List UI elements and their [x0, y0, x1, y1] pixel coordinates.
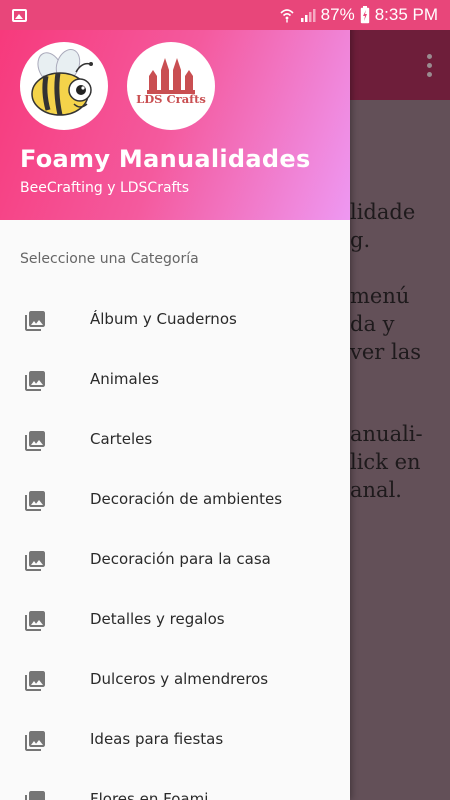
bee-logo-icon — [31, 49, 93, 116]
image-icon — [25, 671, 45, 691]
drawer-title: Foamy Manualidades — [20, 145, 311, 173]
menu-item-label: Decoración para la casa — [90, 550, 271, 568]
lds-temple-logo-icon — [147, 58, 195, 94]
image-icon — [25, 491, 45, 511]
menu-item-label: Carteles — [90, 430, 153, 448]
category-section-label: Seleccione una Categoría — [20, 251, 199, 267]
status-bar: 87% 8:35 PM — [0, 0, 450, 30]
menu-item-label: Ideas para fiestas — [90, 730, 224, 748]
menu-item-flores-foami[interactable]: Flores en Foami — [0, 770, 350, 800]
background-text-line: menú — [350, 284, 410, 308]
menu-item-detalles-regalos[interactable]: Detalles y regalos — [0, 590, 350, 650]
image-icon — [25, 731, 45, 751]
menu-item-decoracion-ambientes[interactable]: Decoración de ambientes — [0, 470, 350, 530]
image-icon — [25, 551, 45, 571]
menu-item-animales[interactable]: Animales — [0, 350, 350, 410]
battery-charging-icon — [360, 6, 369, 24]
image-icon — [25, 431, 45, 451]
menu-item-dulceros-almendreros[interactable]: Dulceros y almendreros — [0, 650, 350, 710]
menu-item-label: Animales — [90, 370, 159, 388]
image-notification-icon — [12, 8, 27, 22]
image-icon — [25, 371, 45, 391]
image-icon — [25, 791, 45, 800]
battery-percent: 87% — [320, 5, 355, 24]
menu-item-label: Dulceros y almendreros — [90, 670, 269, 688]
background-text-line: lidade — [350, 200, 416, 224]
menu-item-decoracion-casa[interactable]: Decoración para la casa — [0, 530, 350, 590]
image-icon — [25, 611, 45, 631]
overflow-menu-icon[interactable] — [427, 54, 432, 77]
navigation-drawer: LDS Crafts Foamy Manualidades BeeCraftin… — [0, 0, 350, 800]
lds-crafts-logo-avatar[interactable]: LDS Crafts — [127, 42, 215, 130]
menu-item-carteles[interactable]: Carteles — [0, 410, 350, 470]
drawer-subtitle: BeeCrafting y LDSCrafts — [20, 180, 189, 196]
clock: 8:35 PM — [374, 5, 438, 24]
wifi-calling-icon — [280, 9, 294, 23]
menu-item-album-cuadernos[interactable]: Álbum y Cuadernos — [0, 290, 350, 350]
menu-item-label: Álbum y Cuadernos — [90, 310, 237, 328]
background-text-line: g. — [350, 228, 371, 252]
menu-item-label: Decoración de ambientes — [90, 490, 283, 508]
lds-logo-text: LDS Crafts — [136, 92, 206, 106]
bee-logo-avatar[interactable] — [20, 42, 108, 130]
menu-item-ideas-fiestas[interactable]: Ideas para fiestas — [0, 710, 350, 770]
drawer-header: LDS Crafts Foamy Manualidades BeeCraftin… — [0, 0, 350, 220]
background-text-line: anal. — [350, 478, 402, 502]
signal-icon — [300, 9, 316, 22]
background-text-line: lick en — [350, 450, 421, 474]
category-list: Álbum y Cuadernos Animales Carteles Deco… — [0, 290, 350, 800]
menu-item-label: Flores en Foami — [90, 790, 209, 800]
background-text-line: da y — [350, 312, 395, 336]
image-icon — [25, 311, 45, 331]
menu-item-label: Detalles y regalos — [90, 610, 225, 628]
background-text-line: anuali- — [350, 422, 423, 446]
background-text-line: ver las — [350, 340, 422, 364]
